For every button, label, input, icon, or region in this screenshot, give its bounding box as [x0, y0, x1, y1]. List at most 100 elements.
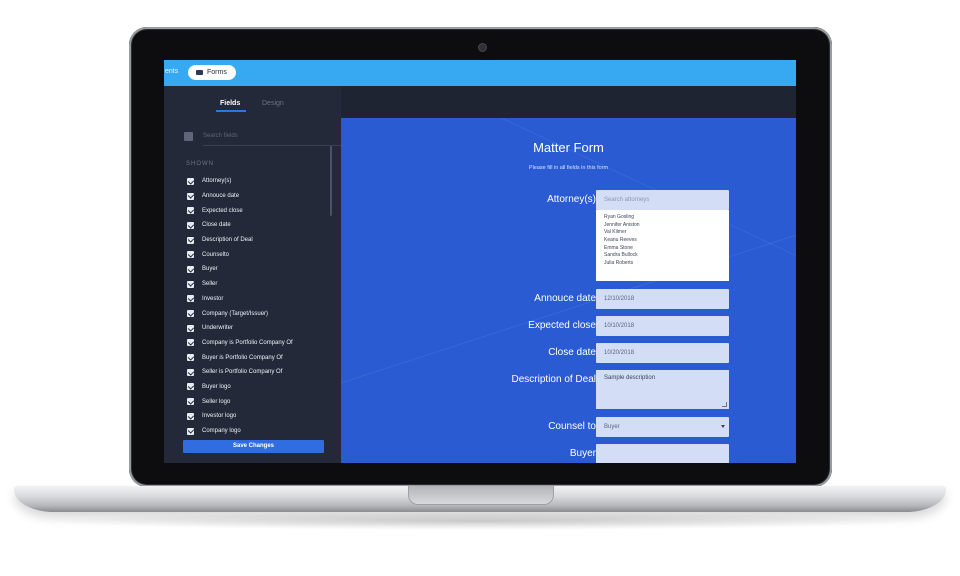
field-label: Company is Portfolio Company Of [202, 339, 293, 346]
tab-fields[interactable]: Fields [215, 100, 247, 112]
field-item[interactable]: Seller logo [187, 394, 327, 409]
counsel-to-select[interactable]: Buyer [596, 417, 729, 437]
field-checkbox[interactable] [187, 177, 194, 185]
field-list: Attorney(s) Annouce date Expected close Clo… [187, 174, 327, 438]
search-fields-input[interactable]: Search fields [203, 133, 238, 139]
field-checkbox[interactable] [187, 412, 194, 420]
field-checkbox[interactable] [187, 236, 194, 244]
field-item[interactable]: Underwriter [187, 321, 327, 336]
description-textarea[interactable]: Sample description [596, 370, 729, 409]
field-item[interactable]: Description of Deal [187, 233, 327, 248]
field-label: Description of Deal [202, 237, 253, 244]
field-checkbox[interactable] [187, 354, 194, 362]
field-label: Annouce date [202, 193, 240, 200]
description-value: Sample description [604, 375, 656, 381]
field-label: Seller logo [202, 398, 231, 405]
field-item[interactable]: Counselto [187, 247, 327, 262]
laptop-notch [408, 486, 554, 505]
field-label: Seller [202, 281, 218, 288]
attorney-option[interactable]: Emma Stone [604, 245, 729, 253]
field-checkbox[interactable] [187, 310, 194, 318]
top-bar: ents Forms [164, 60, 796, 86]
tab-design[interactable]: Design [262, 100, 284, 107]
sidebar-scrollbar[interactable] [330, 146, 332, 216]
attorney-option[interactable]: Keanu Reeves [604, 237, 729, 245]
field-checkbox[interactable] [187, 324, 194, 332]
field-checkbox[interactable] [187, 368, 194, 376]
attorney-option[interactable]: Ryan Gosling [604, 214, 729, 222]
field-checkbox[interactable] [187, 192, 194, 200]
save-changes-button[interactable]: Save Changes [183, 440, 324, 453]
field-label: Expected close [202, 207, 243, 214]
field-item[interactable]: Expected close [187, 203, 327, 218]
description-label: Description of Deal [511, 374, 596, 385]
field-checkbox[interactable] [187, 295, 194, 303]
field-checkbox[interactable] [187, 427, 194, 435]
field-label: Close date [202, 222, 231, 229]
attorney-label: Attorney(s) [547, 194, 596, 205]
field-label: Buyer [202, 266, 218, 273]
field-search: Search fields [184, 132, 343, 146]
field-checkbox[interactable] [187, 221, 194, 229]
forms-icon [196, 70, 203, 75]
attorney-option[interactable]: Julia Roberts [604, 260, 729, 268]
form-subtitle: Please fill in all fields in this form [528, 165, 609, 171]
announce-date-label: Annouce date [534, 293, 596, 304]
close-date-label: Close date [548, 347, 596, 358]
field-item[interactable]: Buyer is Portfolio Company Of [187, 350, 327, 365]
close-date-input[interactable]: 10/20/2018 [596, 343, 729, 363]
attorney-option[interactable]: Sandra Bullock [604, 252, 729, 260]
buyer-label: Buyer [569, 448, 596, 459]
resize-handle-icon[interactable] [722, 402, 727, 407]
field-label: Investor logo [202, 413, 237, 420]
field-checkbox[interactable] [187, 383, 194, 391]
field-item[interactable]: Company (Target/Issuer) [187, 306, 327, 321]
attorney-search-input[interactable]: Search attorneys [596, 190, 729, 210]
select-all-checkbox[interactable] [184, 132, 193, 141]
breadcrumb[interactable]: ents [165, 68, 178, 75]
camera-icon [478, 43, 487, 52]
field-label: Seller is Portfolio Company Of [202, 369, 283, 376]
field-label: Company logo [202, 428, 241, 435]
forms-tab[interactable]: Forms [188, 65, 236, 80]
laptop-shadow [40, 512, 920, 530]
field-item[interactable]: Close date [187, 218, 327, 233]
field-item[interactable]: Seller is Portfolio Company Of [187, 365, 327, 380]
field-checkbox[interactable] [187, 251, 194, 259]
field-checkbox[interactable] [187, 280, 194, 288]
field-item[interactable]: Buyer logo [187, 380, 327, 395]
field-label: Attorney(s) [202, 178, 232, 185]
forms-tab-label: Forms [207, 69, 227, 76]
field-item[interactable]: Seller [187, 277, 327, 292]
form-title: Matter Form [533, 140, 604, 155]
form-preview: Matter Form Please fill in all fields in… [341, 118, 796, 463]
field-checkbox[interactable] [187, 265, 194, 273]
announce-date-input[interactable]: 12/10/2018 [596, 289, 729, 309]
field-item[interactable]: Buyer [187, 262, 327, 277]
counsel-to-label: Counsel to [548, 421, 596, 432]
field-label: Company (Target/Issuer) [202, 310, 269, 317]
attorney-option[interactable]: Jennifer Aniston [604, 222, 729, 230]
sidebar-tabs: Fields Design [164, 100, 341, 114]
field-checkbox[interactable] [187, 398, 194, 406]
expected-close-input[interactable]: 10/10/2018 [596, 316, 729, 336]
field-label: Buyer logo [202, 383, 231, 390]
field-checkbox[interactable] [187, 339, 194, 347]
field-label: Counselto [202, 251, 230, 258]
fields-sidebar: Fields Design Search fields SHOWN Attorn… [164, 86, 343, 463]
field-label: Investor [202, 295, 224, 302]
attorney-option[interactable]: Val Kilmer [604, 229, 729, 237]
section-label-shown: SHOWN [186, 161, 214, 167]
field-item[interactable]: Investor logo [187, 409, 327, 424]
field-checkbox[interactable] [187, 207, 194, 215]
buyer-input[interactable] [596, 444, 729, 463]
field-item[interactable]: Company is Portfolio Company Of [187, 336, 327, 351]
field-item[interactable]: Attorney(s) [187, 174, 327, 189]
field-label: Underwriter [202, 325, 234, 332]
field-item[interactable]: Company logo [187, 424, 327, 439]
expected-close-label: Expected close [528, 320, 596, 331]
field-item[interactable]: Annouce date [187, 189, 327, 204]
field-item[interactable]: Investor [187, 292, 327, 307]
app-screen: ents Forms Fields Design Search fields S… [164, 60, 796, 463]
attorney-dropdown: Ryan Gosling Jennifer Aniston Val Kilmer Ke… [596, 210, 729, 281]
